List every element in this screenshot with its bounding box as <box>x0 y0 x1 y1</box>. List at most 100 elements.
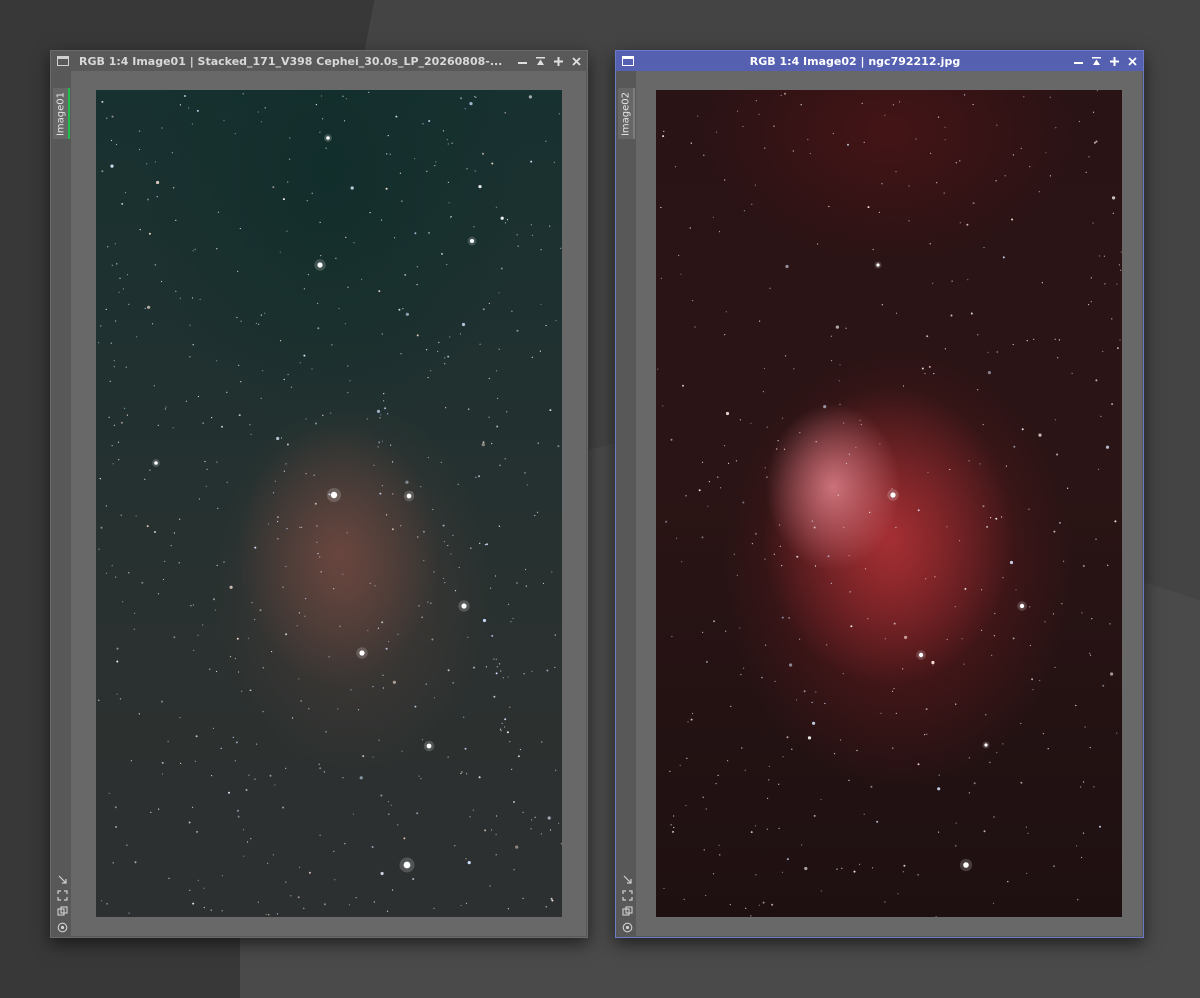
star <box>925 578 927 580</box>
star <box>387 801 390 803</box>
close-icon[interactable] <box>1128 56 1137 67</box>
star <box>522 897 524 900</box>
window-titlebar[interactable]: RGB 1:4 Image02 | ngc792212.jpg <box>616 51 1143 71</box>
view-tab-image02[interactable]: Image02 <box>618 88 635 139</box>
star <box>498 663 501 665</box>
star <box>671 635 673 638</box>
zoom-to-fit-icon[interactable] <box>622 874 633 885</box>
star <box>446 139 448 141</box>
star <box>1088 156 1090 158</box>
star <box>479 343 481 345</box>
astro-image-stacked[interactable] <box>96 90 562 917</box>
maximize-icon[interactable] <box>1110 56 1119 67</box>
star <box>236 637 239 640</box>
star <box>350 689 352 691</box>
view-tab-image01[interactable]: Image01 <box>53 88 70 139</box>
star <box>431 638 434 641</box>
star <box>495 206 497 208</box>
star <box>946 526 948 528</box>
star <box>558 822 560 825</box>
star <box>283 378 285 381</box>
star <box>1027 832 1029 834</box>
image-window-image02[interactable]: RGB 1:4 Image02 | ngc792212.jpg Image02 <box>615 50 1144 938</box>
star <box>720 487 722 489</box>
astro-image-processed[interactable] <box>656 90 1122 917</box>
target-icon[interactable] <box>622 922 633 933</box>
zoom-to-fit-icon[interactable] <box>57 874 68 885</box>
star <box>286 230 288 232</box>
star <box>523 673 525 675</box>
star <box>496 666 498 668</box>
star <box>444 582 446 584</box>
star <box>718 844 720 846</box>
star <box>414 232 417 235</box>
star <box>1042 733 1044 735</box>
window-titlebar[interactable]: RGB 1:4 Image01 | Stacked_171_V398 Cephe… <box>51 51 587 71</box>
star <box>848 779 850 782</box>
image-window-image01[interactable]: RGB 1:4 Image01 | Stacked_171_V398 Cephe… <box>50 50 588 938</box>
star <box>780 94 782 97</box>
star <box>491 829 493 831</box>
close-icon[interactable] <box>572 56 581 67</box>
star <box>727 760 729 762</box>
target-icon[interactable] <box>57 922 68 933</box>
star <box>460 772 462 775</box>
star <box>161 773 164 775</box>
star <box>330 412 332 414</box>
star <box>147 198 149 201</box>
window-menu-icon[interactable] <box>622 56 634 66</box>
bright-star <box>154 461 158 465</box>
minimize-icon[interactable] <box>518 56 527 67</box>
star <box>109 380 111 382</box>
star <box>427 601 429 603</box>
star <box>210 909 212 911</box>
star <box>488 302 490 305</box>
fit-view-icon[interactable] <box>621 890 633 901</box>
star <box>390 804 392 806</box>
star <box>867 206 870 209</box>
maximize-icon[interactable] <box>554 56 563 67</box>
star <box>689 227 691 229</box>
star <box>531 234 534 236</box>
star <box>464 747 467 750</box>
clone-view-icon[interactable] <box>621 906 633 917</box>
star <box>347 392 349 394</box>
star <box>545 140 547 142</box>
star <box>198 498 200 500</box>
star <box>546 669 549 672</box>
star <box>1085 171 1087 173</box>
star <box>236 316 238 319</box>
star <box>678 254 680 256</box>
star <box>1058 521 1061 524</box>
bright-star <box>984 743 988 747</box>
star <box>516 582 518 584</box>
star <box>801 844 803 846</box>
star <box>880 712 882 714</box>
shade-icon[interactable] <box>536 56 545 67</box>
star <box>915 138 917 140</box>
star <box>304 615 306 617</box>
star <box>167 740 169 742</box>
shade-icon[interactable] <box>1092 56 1101 67</box>
star <box>452 682 454 684</box>
star <box>542 582 545 585</box>
star <box>465 858 467 860</box>
star <box>157 593 160 595</box>
star <box>148 232 151 235</box>
star <box>725 411 730 416</box>
minimize-icon[interactable] <box>1074 56 1083 67</box>
view-canvas[interactable] <box>636 71 1142 936</box>
star <box>754 184 756 186</box>
star <box>750 915 752 917</box>
clone-view-icon[interactable] <box>56 906 68 917</box>
star <box>987 371 991 375</box>
star <box>298 612 300 614</box>
star <box>355 897 357 899</box>
star <box>151 323 154 325</box>
window-menu-icon[interactable] <box>57 56 69 66</box>
star <box>754 825 757 827</box>
star <box>226 391 228 393</box>
view-canvas[interactable] <box>71 71 586 936</box>
star <box>766 426 768 428</box>
fit-view-icon[interactable] <box>56 890 68 901</box>
